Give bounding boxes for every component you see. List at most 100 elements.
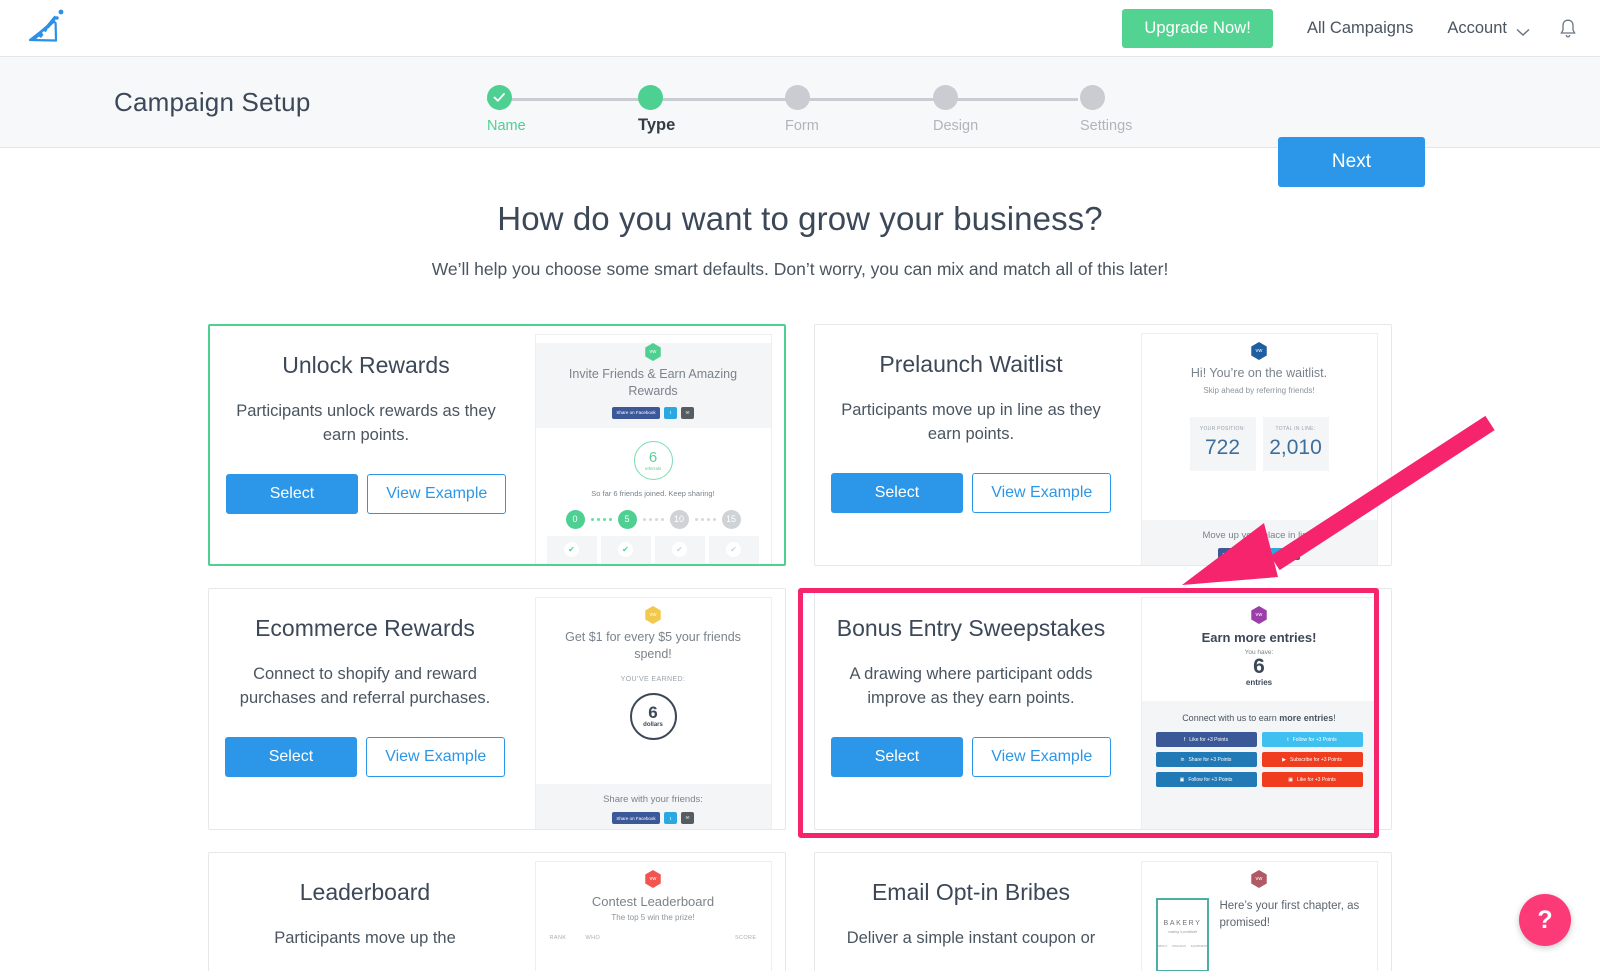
card-preview-area: vw Earn more entries! You have: 6 entrie…	[1127, 589, 1391, 829]
preview-ecommerce-rewards: vw Get $1 for every $5 your friends spen…	[534, 597, 772, 829]
preview-headline: Get $1 for every $5 your friends spend!	[565, 630, 741, 661]
milestone-10: 10	[669, 509, 689, 529]
card-description: A drawing where participant odds improve…	[849, 665, 1093, 708]
card-title: Bonus Entry Sweepstakes	[836, 615, 1106, 641]
action-instagram-like[interactable]: ▣ Like for +3 Points	[1261, 772, 1363, 788]
ebook-subtitle: making it profitable	[1167, 930, 1198, 934]
preview-footer: Share with your friends: Share on Facebo…	[535, 784, 771, 829]
entries-value: 6	[1253, 655, 1265, 678]
step-dot-settings	[1080, 85, 1105, 110]
facebook-icon: f	[1183, 736, 1186, 743]
card-title: Leaderboard	[299, 879, 431, 905]
preview-share-row: Share on Facebook t ✉	[1142, 548, 1377, 560]
action-label: Follow for +3 Points	[1292, 736, 1337, 743]
card-preview-area: vw Get $1 for every $5 your friends spen…	[521, 589, 785, 829]
action-instagram-follow[interactable]: ▣ Follow for +3 Points	[1155, 772, 1257, 788]
connect-text-c: !	[1333, 713, 1336, 724]
card-info: Ecommerce Rewards Connect to shopify and…	[209, 589, 521, 829]
step-dot-name	[487, 85, 512, 110]
main-content: How do you want to grow your business? W…	[0, 148, 1600, 971]
nav-link-all-campaigns[interactable]: All Campaigns	[1307, 19, 1413, 38]
card-actions: Select View Example	[830, 472, 1112, 513]
preview-subtext: The top 5 win the prize!	[611, 913, 695, 922]
preview-headline: Contest Leaderboard	[591, 894, 715, 909]
preview-share-row: Share on Facebook t ✉	[536, 812, 771, 824]
help-button[interactable]: ?	[1519, 894, 1571, 946]
card-preview-area: vw BAKERY making it profitable ABOUT PRO…	[1127, 853, 1391, 971]
social-action-grid: f Like for +3 Points t Follow for +3 Point…	[1142, 723, 1377, 788]
email-share-icon: ✉	[681, 812, 694, 824]
ebook-cover: BAKERY making it profitable ABOUT PROCES…	[1155, 898, 1210, 971]
view-example-button[interactable]: View Example	[367, 473, 507, 514]
connect-text: Connect with us to earn more entries!	[1142, 701, 1377, 723]
view-example-button[interactable]: View Example	[366, 736, 506, 777]
waitlist-stats: YOUR POSITION: 722 TOTAL IN LINE: 2,010	[1142, 416, 1377, 471]
view-example-button[interactable]: View Example	[972, 472, 1112, 513]
campaign-type-grid: Unlock Rewards Participants unlock rewar…	[208, 324, 1392, 971]
leaderboard-header-row: RANK WHO SCORE	[536, 922, 771, 941]
campaign-card-leaderboard[interactable]: Leaderboard Participants move up the Sel…	[208, 852, 786, 971]
step-dot-design	[933, 85, 958, 110]
preview-bonus-entry: vw Earn more entries! You have: 6 entrie…	[1140, 597, 1378, 829]
view-example-button[interactable]: View Example	[972, 736, 1112, 777]
card-description: Participants unlock rewards as they earn…	[236, 402, 496, 445]
account-label: Account	[1447, 19, 1507, 37]
milestone-sep	[691, 517, 720, 521]
action-twitter-follow[interactable]: t Follow for +3 Points	[1261, 732, 1363, 748]
select-button[interactable]: Select	[224, 736, 358, 777]
select-button[interactable]: Select	[830, 472, 964, 513]
campaign-card-email-optin-bribes[interactable]: Email Opt-in Bribes Deliver a simple ins…	[814, 852, 1392, 971]
top-navigation-bar: Upgrade Now! All Campaigns Account	[0, 0, 1600, 57]
facebook-share-icon: Share on Facebook	[612, 406, 660, 419]
card-title: Unlock Rewards	[282, 352, 450, 378]
col-score: SCORE	[734, 935, 757, 941]
campaign-card-prelaunch-waitlist[interactable]: Prelaunch Waitlist Participants move up …	[814, 324, 1392, 566]
action-linkedin-share[interactable]: in Share for +3 Points	[1155, 752, 1257, 768]
card-info: Bonus Entry Sweepstakes A drawing where …	[815, 589, 1127, 829]
preview-note: So far 6 friends joined. Keep sharing!	[591, 488, 715, 498]
twitter-share-icon: t	[664, 406, 677, 419]
campaign-card-ecommerce-rewards[interactable]: Ecommerce Rewards Connect to shopify and…	[208, 588, 786, 830]
check-icon: ✔	[564, 541, 579, 557]
card-info: Leaderboard Participants move up the Sel…	[209, 853, 521, 971]
linkedin-icon: in	[1180, 756, 1185, 763]
notification-bell-icon[interactable]	[1558, 18, 1578, 40]
card-info: Email Opt-in Bribes Deliver a simple ins…	[815, 853, 1127, 971]
preview-headline: Hi! You’re on the waitlist.	[1190, 366, 1328, 380]
card-description: Participants move up the	[274, 929, 456, 947]
milestone-15: 15	[721, 509, 741, 529]
select-button[interactable]: Select	[830, 736, 964, 777]
referral-ring: 6 referrals	[633, 440, 673, 480]
card-preview-area: vw Contest Leaderboard The top 5 win the…	[521, 853, 785, 971]
preview-leaderboard: vw Contest Leaderboard The top 5 win the…	[534, 861, 772, 971]
facebook-share-icon: Share on Facebook	[612, 812, 660, 824]
app-root: Upgrade Now! All Campaigns Account Campa…	[0, 0, 1600, 971]
earned-unit: dollars	[643, 722, 663, 728]
preview-actions-band: Connect with us to earn more entries! fL…	[1141, 701, 1377, 829]
stat-total-in-line: TOTAL IN LINE: 2,010	[1262, 416, 1329, 471]
milestone-sep	[587, 517, 616, 521]
stat-value: 2,010	[1269, 435, 1322, 459]
step-dot-type	[638, 85, 663, 110]
milestone-0: 0	[565, 509, 585, 529]
upgrade-now-button[interactable]: Upgrade Now!	[1122, 9, 1273, 48]
email-share-icon: ✉	[1287, 548, 1300, 560]
campaign-card-unlock-rewards[interactable]: Unlock Rewards Participants unlock rewar…	[208, 324, 786, 566]
main-heading: How do you want to grow your business?	[497, 200, 1103, 237]
action-youtube-subscribe[interactable]: ▶ Subscribe for +3 Points	[1261, 752, 1363, 768]
preview-share-row: Share on Facebook t ✉	[536, 406, 771, 419]
campaign-card-bonus-entry-sweepstakes[interactable]: Bonus Entry Sweepstakes A drawing where …	[814, 588, 1392, 830]
chevron-down-icon	[1516, 23, 1530, 36]
select-button[interactable]: Select	[225, 473, 359, 514]
action-facebook-like[interactable]: f Like for +3 Points	[1155, 732, 1257, 748]
milestone-5: 5	[617, 509, 637, 529]
card-actions: Select View Example	[224, 736, 506, 777]
twitter-share-icon: t	[664, 812, 677, 824]
step-dot-form	[785, 85, 810, 110]
earned-value: 6	[648, 703, 658, 722]
card-description: Participants move up in line as they ear…	[841, 401, 1101, 444]
nav-menu-account[interactable]: Account	[1447, 19, 1530, 38]
preview-subtext: Skip ahead by referring friends!	[1203, 385, 1315, 395]
ebook-link: PROCESS	[1172, 944, 1186, 948]
beaker-logo-icon[interactable]	[24, 7, 70, 51]
